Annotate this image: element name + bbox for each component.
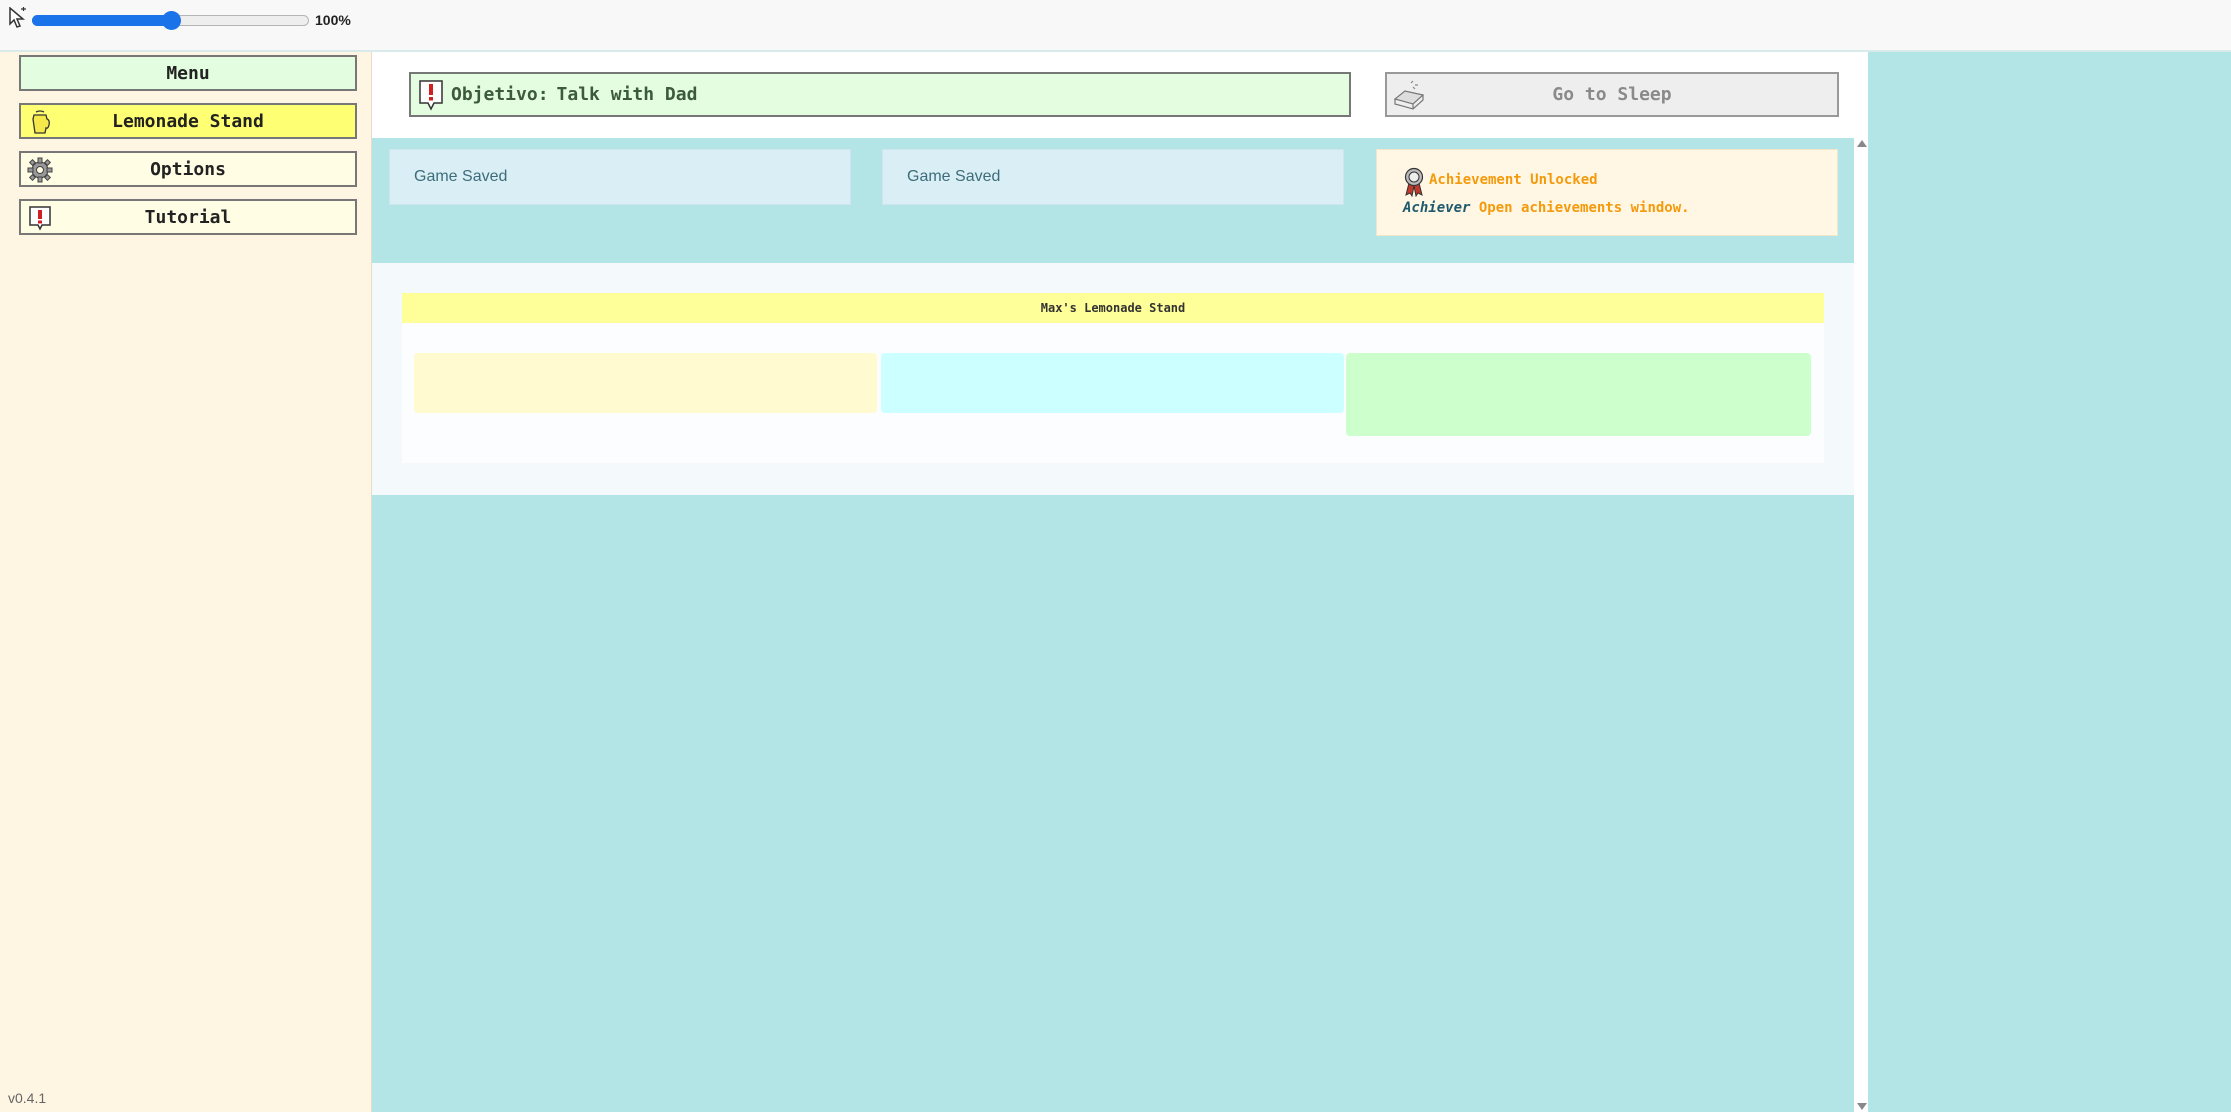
objective-text: Talk with Dad	[556, 84, 698, 105]
game-saved-notification: Game Saved	[389, 149, 851, 205]
sidebar: Menu Lemonade Stand Options Tutorial v0.…	[0, 52, 372, 1112]
stand-title: Max's Lemonade Stand	[402, 293, 1824, 323]
achievement-name: Achiever	[1403, 200, 1471, 216]
achievement-title: Achievement Unlocked	[1429, 172, 1598, 188]
game-saved-notification: Game Saved	[882, 149, 1344, 205]
zoom-slider-thumb[interactable]	[161, 11, 181, 30]
medal-icon	[1404, 167, 1424, 197]
sidebar-item-lemonade-stand[interactable]: Lemonade Stand	[19, 103, 357, 139]
stand-section-cyan	[881, 353, 1344, 413]
main-content: Game Saved Game Saved Achievement Unlock…	[372, 138, 1854, 1112]
zoom-toolbar: 100%	[0, 0, 2231, 52]
version-label: v0.4.1	[8, 1090, 47, 1106]
notification-text: Game Saved	[414, 168, 508, 185]
achievement-description: Open achievements window.	[1478, 200, 1690, 216]
sidebar-item-tutorial[interactable]: Tutorial	[19, 199, 357, 235]
objective-label: Objetivo:	[451, 84, 549, 105]
menu-button[interactable]: Menu	[19, 55, 357, 91]
stand-section-green	[1346, 353, 1811, 436]
scroll-up-arrow-icon[interactable]	[1857, 140, 1867, 147]
lemonade-jug-icon	[32, 110, 50, 134]
lemonade-stand-card: Max's Lemonade Stand	[402, 293, 1824, 463]
gear-icon	[27, 157, 53, 183]
menu-button-label: Menu	[166, 62, 210, 84]
stand-panel: Max's Lemonade Stand	[372, 263, 1854, 495]
sidebar-item-label: Lemonade Stand	[112, 110, 264, 132]
go-to-sleep-label: Go to Sleep	[1552, 84, 1672, 105]
sidebar-item-label: Options	[150, 158, 226, 180]
objective-bar[interactable]: Objetivo: Talk with Dad	[409, 72, 1351, 117]
zoom-value: 100%	[315, 12, 351, 28]
bed-icon	[1393, 80, 1425, 110]
header: Objetivo: Talk with Dad Go to Sleep	[372, 52, 1868, 138]
notification-text: Game Saved	[907, 168, 1001, 185]
achievement-line: Achiever Open achievements window.	[1403, 200, 1690, 216]
achievement-notification[interactable]: Achievement Unlocked Achiever Open achie…	[1376, 149, 1838, 236]
sidebar-item-label: Tutorial	[144, 206, 232, 228]
zoom-slider[interactable]	[32, 11, 309, 30]
go-to-sleep-button[interactable]: Go to Sleep	[1385, 72, 1839, 117]
sidebar-item-options[interactable]: Options	[19, 151, 357, 187]
exclamation-icon	[29, 206, 51, 231]
exclamation-icon	[419, 79, 443, 111]
content-scrollbar[interactable]	[1854, 138, 1868, 1112]
zoom-slider-fill	[32, 15, 171, 26]
stand-section-yellow	[414, 353, 877, 413]
scroll-down-arrow-icon[interactable]	[1857, 1103, 1867, 1110]
cursor-icon[interactable]	[8, 7, 28, 29]
